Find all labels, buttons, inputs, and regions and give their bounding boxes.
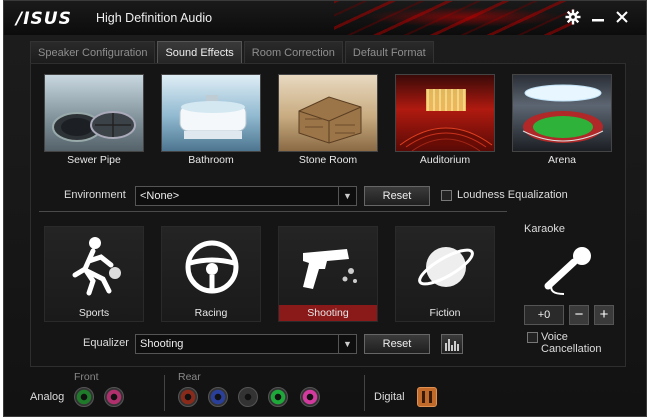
planet-icon <box>418 247 474 287</box>
rear-jack-black[interactable] <box>238 387 258 407</box>
chevron-down-icon: ▼ <box>338 335 356 353</box>
karaoke-title: Karaoke <box>524 223 565 235</box>
preset-label: Sports <box>78 307 110 319</box>
environment-arena[interactable]: Arena <box>512 74 612 170</box>
preset-shooting[interactable]: Shooting <box>278 226 378 322</box>
app-window: /ISUS High Definition Audio Speaker Conf… <box>3 0 647 417</box>
arena-image <box>512 74 612 152</box>
digital-output-icon[interactable] <box>417 387 437 407</box>
environment-label: Arena <box>547 154 577 166</box>
karaoke-decrease-button[interactable]: − <box>569 305 589 325</box>
preset-sports[interactable]: Sports <box>44 226 144 322</box>
digital-label: Digital <box>374 391 405 403</box>
bathroom-image <box>161 74 261 152</box>
auditorium-image <box>395 74 495 152</box>
environment-label: Sewer Pipe <box>67 154 121 166</box>
preset-label: Fiction <box>429 307 461 319</box>
settings-gear-icon[interactable] <box>563 7 583 27</box>
karaoke-value: +0 <box>524 305 564 325</box>
voice-cancellation-label: Voice Cancellation <box>541 331 602 355</box>
equalizer-bars-icon <box>445 339 459 351</box>
tab-speaker-configuration[interactable]: Speaker Configuration <box>30 41 156 63</box>
section-divider <box>39 211 507 212</box>
rear-jack-orange[interactable] <box>178 387 198 407</box>
environment-label: Bathroom <box>188 154 234 166</box>
separator <box>364 375 365 411</box>
tab-sound-effects[interactable]: Sound Effects <box>157 41 242 63</box>
environment-label: Stone Room <box>298 154 358 166</box>
equalizer-select-value: Shooting <box>140 338 184 350</box>
analog-label: Analog <box>30 391 65 403</box>
tab-bar: Speaker Configuration Sound Effects Room… <box>30 41 434 63</box>
preset-label: Racing <box>194 307 228 319</box>
pistol-icon <box>303 249 357 289</box>
minimize-button[interactable] <box>588 7 608 27</box>
microphone-icon <box>524 240 622 298</box>
sound-effects-panel: Sewer Pipe Bathroom Stone Room Auditoriu… <box>30 63 626 367</box>
rear-jack-pink[interactable] <box>300 387 320 407</box>
title-bar: /ISUS High Definition Audio <box>4 1 646 35</box>
environment-label: Environment <box>64 189 126 201</box>
environment-bathroom[interactable]: Bathroom <box>161 74 261 170</box>
equalizer-graph-button[interactable] <box>441 334 463 354</box>
preset-fiction[interactable]: Fiction <box>395 226 495 322</box>
tab-default-format[interactable]: Default Format <box>344 41 434 63</box>
jack-status-bar: Analog Front Rear Digital <box>4 367 646 417</box>
environment-select-value: <None> <box>140 190 180 202</box>
close-button[interactable] <box>612 7 632 27</box>
window-title: High Definition Audio <box>96 11 213 25</box>
equalizer-reset-button[interactable]: Reset <box>364 334 430 354</box>
preset-racing[interactable]: Racing <box>161 226 261 322</box>
asus-logo: /ISUS <box>16 9 72 29</box>
chevron-down-icon: ▼ <box>338 187 356 205</box>
environment-stone-room[interactable]: Stone Room <box>278 74 378 170</box>
loudness-equalization-label: Loudness Equalization <box>457 189 568 201</box>
front-label: Front <box>74 371 99 383</box>
equalizer-select[interactable]: Shooting ▼ <box>135 334 357 354</box>
steering-wheel-icon <box>185 240 239 294</box>
environment-select[interactable]: <None> ▼ <box>135 186 357 206</box>
stone-room-image <box>278 74 378 152</box>
separator <box>164 375 165 411</box>
rear-label: Rear <box>178 371 201 383</box>
title-bar-glow <box>364 7 564 27</box>
front-jack-pink[interactable] <box>104 387 124 407</box>
environment-auditorium[interactable]: Auditorium <box>395 74 495 170</box>
sports-icon <box>72 237 121 296</box>
environment-reset-button[interactable]: Reset <box>364 186 430 206</box>
tab-room-correction[interactable]: Room Correction <box>243 41 343 63</box>
loudness-equalization-checkbox[interactable] <box>441 190 452 201</box>
environment-label: Auditorium <box>419 154 471 166</box>
sewer-pipe-image <box>44 74 144 152</box>
equalizer-label: Equalizer <box>83 337 129 349</box>
front-jack-green[interactable] <box>74 387 94 407</box>
rear-jack-blue[interactable] <box>208 387 228 407</box>
karaoke-increase-button[interactable]: + <box>594 305 614 325</box>
environment-sewer-pipe[interactable]: Sewer Pipe <box>44 74 144 170</box>
rear-jack-green[interactable] <box>268 387 288 407</box>
preset-label: Shooting <box>279 305 377 321</box>
voice-cancellation-checkbox[interactable] <box>527 332 538 343</box>
